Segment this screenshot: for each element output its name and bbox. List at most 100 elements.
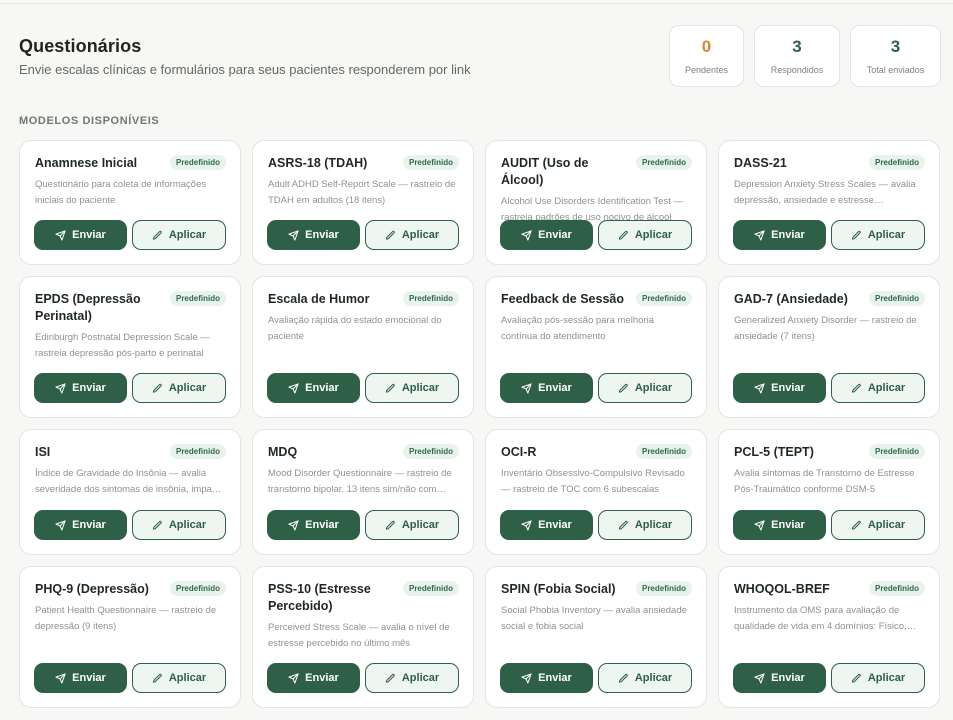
card-actions: Enviar Aplicar <box>733 663 925 693</box>
send-button[interactable]: Enviar <box>733 373 826 403</box>
card-title: DASS-21 <box>734 156 787 170</box>
send-button[interactable]: Enviar <box>267 373 360 403</box>
template-card: Anamnese Inicial Predefinido Questionário … <box>19 140 241 265</box>
send-icon <box>521 519 532 531</box>
card-description: Avaliação pós-sessão para melhoria contí… <box>501 315 654 342</box>
pencil-icon <box>152 383 163 394</box>
send-icon <box>288 672 299 684</box>
apply-button[interactable]: Aplicar <box>132 220 226 250</box>
predefined-badge: Predefinido <box>868 155 925 170</box>
apply-label: Aplicar <box>168 519 207 531</box>
predefined-badge: Predefinido <box>169 291 226 306</box>
apply-button[interactable]: Aplicar <box>365 220 459 250</box>
template-card: EPDS (Depressão Perinatal) Predefinido Edi… <box>19 276 241 418</box>
card-actions: Enviar Aplicar <box>500 220 692 250</box>
card-actions: Enviar Aplicar <box>733 373 925 403</box>
apply-label: Aplicar <box>867 229 906 241</box>
apply-button[interactable]: Aplicar <box>831 373 925 403</box>
template-card: GAD-7 (Ansiedade) Predefinido Generalized … <box>718 276 940 418</box>
predefined-badge: Predefinido <box>402 444 459 459</box>
predefined-badge: Predefinido <box>868 581 925 596</box>
stat-pendentes: 0 Pendentes <box>669 25 744 87</box>
send-icon <box>288 382 299 394</box>
template-card: DASS-21 Predefinido Depression Anxiety Str… <box>718 140 940 265</box>
apply-button[interactable]: Aplicar <box>132 510 226 540</box>
stat-respondidos: 3 Respondidos <box>754 25 840 87</box>
card-description: Índice de Gravidade do Insônia — avalia … <box>35 468 225 495</box>
pencil-icon <box>618 230 629 241</box>
send-label: Enviar <box>305 382 339 394</box>
send-button[interactable]: Enviar <box>34 220 127 250</box>
page-header: Questionários Envie escalas clínicas e f… <box>19 36 471 77</box>
apply-button[interactable]: Aplicar <box>598 373 692 403</box>
card-header: PSS-10 (Estresse Percebido) Predefinido <box>268 581 459 615</box>
card-actions: Enviar Aplicar <box>267 663 459 693</box>
card-description: Patient Health Questionnaire — rastreio … <box>35 605 217 632</box>
send-button[interactable]: Enviar <box>500 373 593 403</box>
send-button[interactable]: Enviar <box>267 663 360 693</box>
card-title: Feedback de Sessão <box>501 292 624 306</box>
apply-button[interactable]: Aplicar <box>365 373 459 403</box>
card-title: MDQ <box>268 445 298 459</box>
send-button[interactable]: Enviar <box>34 373 127 403</box>
template-card: PSS-10 (Estresse Percebido) Predefinido Pe… <box>252 566 474 708</box>
apply-button[interactable]: Aplicar <box>132 663 226 693</box>
send-button[interactable]: Enviar <box>733 510 826 540</box>
apply-label: Aplicar <box>168 672 207 684</box>
send-label: Enviar <box>771 229 805 241</box>
predefined-badge: Predefinido <box>868 291 925 306</box>
apply-label: Aplicar <box>867 672 906 684</box>
card-header: Anamnese Inicial Predefinido <box>35 155 226 172</box>
card-header: PHQ-9 (Depressão) Predefinido <box>35 581 226 598</box>
send-button[interactable]: Enviar <box>34 663 127 693</box>
send-button[interactable]: Enviar <box>500 663 593 693</box>
apply-button[interactable]: Aplicar <box>365 510 459 540</box>
send-icon <box>55 519 66 531</box>
send-icon <box>55 672 66 684</box>
send-button[interactable]: Enviar <box>500 220 593 250</box>
stat-label: Total enviados <box>866 64 925 75</box>
card-title: ISI <box>35 445 51 459</box>
apply-button[interactable]: Aplicar <box>132 373 226 403</box>
card-title: ASRS-18 (TDAH) <box>268 156 368 170</box>
send-button[interactable]: Enviar <box>733 663 826 693</box>
apply-button[interactable]: Aplicar <box>598 663 692 693</box>
card-actions: Enviar Aplicar <box>34 663 226 693</box>
card-description: Avalia sintomas de Transtorno de Estress… <box>734 468 915 495</box>
card-title: PHQ-9 (Depressão) <box>35 582 149 596</box>
send-button[interactable]: Enviar <box>267 510 360 540</box>
card-title: SPIN (Fobia Social) <box>501 582 616 596</box>
apply-button[interactable]: Aplicar <box>365 663 459 693</box>
send-button[interactable]: Enviar <box>34 510 127 540</box>
card-actions: Enviar Aplicar <box>733 220 925 250</box>
send-button[interactable]: Enviar <box>733 220 826 250</box>
apply-button[interactable]: Aplicar <box>831 663 925 693</box>
card-actions: Enviar Aplicar <box>267 373 459 403</box>
template-card: OCI-R Predefinido Inventário Obsessivo-Com… <box>485 429 707 555</box>
top-border <box>0 0 953 4</box>
predefined-badge: Predefinido <box>635 444 692 459</box>
send-button[interactable]: Enviar <box>267 220 360 250</box>
pencil-icon <box>385 230 396 241</box>
send-label: Enviar <box>538 519 572 531</box>
page-title: Questionários <box>19 36 142 56</box>
card-title: EPDS (Depressão Perinatal) <box>35 292 141 323</box>
send-label: Enviar <box>72 229 106 241</box>
apply-button[interactable]: Aplicar <box>831 220 925 250</box>
page-subtitle: Envie escalas clínicas e formulários par… <box>19 62 471 77</box>
send-button[interactable]: Enviar <box>500 510 593 540</box>
apply-button[interactable]: Aplicar <box>598 220 692 250</box>
send-label: Enviar <box>305 519 339 531</box>
card-description: Perceived Stress Scale — avalia o nível … <box>268 622 450 649</box>
card-title: Anamnese Inicial <box>35 156 138 170</box>
apply-button[interactable]: Aplicar <box>598 510 692 540</box>
apply-button[interactable]: Aplicar <box>831 510 925 540</box>
pencil-icon <box>618 383 629 394</box>
predefined-badge: Predefinido <box>169 581 226 596</box>
apply-label: Aplicar <box>634 672 673 684</box>
apply-label: Aplicar <box>401 229 440 241</box>
pencil-icon <box>618 673 629 684</box>
card-description: Depression Anxiety Stress Scales — avali… <box>734 179 916 206</box>
send-icon <box>521 229 532 241</box>
pencil-icon <box>851 673 862 684</box>
